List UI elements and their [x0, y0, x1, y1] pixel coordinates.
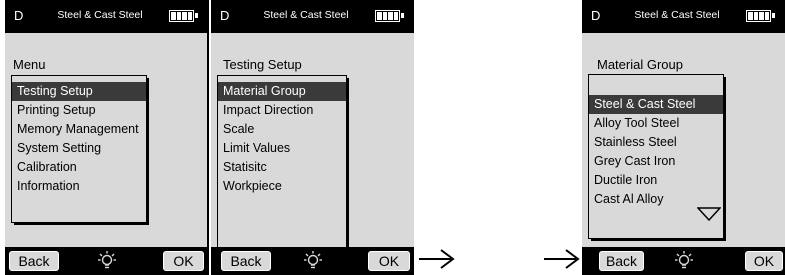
list-item-alloy-tool-steel[interactable]: Alloy Tool Steel	[589, 114, 679, 133]
status-bar: D Steel & Cast Steel	[211, 0, 414, 33]
list-item-stainless-steel[interactable]: Stainless Steel	[589, 133, 677, 152]
lightbulb-icon[interactable]	[97, 250, 117, 272]
lightbulb-icon[interactable]	[674, 250, 694, 272]
material-group-screen: D Steel & Cast Steel Material Group Stee…	[582, 0, 785, 275]
battery-full-icon	[746, 10, 775, 22]
material-indicator: Steel & Cast Steel	[263, 9, 349, 21]
battery-full-icon	[169, 10, 198, 22]
softkey-bar: Back OK	[582, 247, 785, 275]
status-bar: D Steel & Cast Steel	[582, 0, 785, 33]
material-group-list: Steel & Cast Steel Alloy Tool Steel Stai…	[588, 74, 726, 241]
testing-setup-list: Material Group Impact Direction Scale Li…	[217, 75, 349, 255]
status-bar: D Steel & Cast Steel	[5, 0, 208, 33]
softkey-bar: Back OK	[5, 247, 208, 275]
list-item-workpiece[interactable]: Workpiece	[218, 177, 282, 196]
menu-list: Testing Setup Printing Setup Memory Mana…	[11, 75, 149, 225]
list-item-limit-values[interactable]: Limit Values	[218, 139, 290, 158]
right-arrow-icon	[419, 249, 455, 269]
list-item-impact-direction[interactable]: Impact Direction	[218, 101, 313, 120]
battery-full-icon	[375, 10, 404, 22]
menu-item-testing-setup[interactable]: Testing Setup	[12, 82, 146, 101]
ok-button[interactable]: OK	[745, 251, 783, 271]
ok-button[interactable]: OK	[368, 251, 410, 271]
list-item-scale[interactable]: Scale	[218, 120, 254, 139]
back-button[interactable]: Back	[9, 251, 59, 271]
material-indicator: Steel & Cast Steel	[57, 9, 143, 21]
testing-setup-screen: D Steel & Cast Steel Testing Setup Mater…	[211, 0, 414, 275]
material-indicator: Steel & Cast Steel	[634, 9, 720, 21]
screen-separator	[207, 0, 209, 275]
softkey-bar: Back OK	[211, 247, 414, 275]
list-item-ductile-iron[interactable]: Ductile Iron	[589, 171, 657, 190]
menu-item-system-setting[interactable]: System Setting	[12, 139, 101, 158]
list-item-cast-al-alloy[interactable]: Cast Al Alloy	[589, 190, 663, 209]
impact-device-indicator: D	[14, 8, 24, 23]
list-item-statistic[interactable]: Statisitc	[218, 158, 267, 177]
list-item-steel-cast-steel[interactable]: Steel & Cast Steel	[589, 95, 723, 114]
right-arrow-icon	[544, 249, 580, 269]
page-title: Material Group	[597, 57, 683, 72]
ok-button[interactable]: OK	[163, 251, 204, 271]
menu-screen: D Steel & Cast Steel Menu Testing Setup …	[5, 0, 208, 275]
back-button[interactable]: Back	[221, 251, 271, 271]
menu-item-printing-setup[interactable]: Printing Setup	[12, 101, 96, 120]
lightbulb-icon[interactable]	[303, 250, 323, 272]
list-item-material-group[interactable]: Material Group	[218, 82, 346, 101]
list-item-grey-cast-iron[interactable]: Grey Cast Iron	[589, 152, 675, 171]
menu-item-information[interactable]: Information	[12, 177, 80, 196]
back-button[interactable]: Back	[599, 251, 644, 271]
impact-device-indicator: D	[591, 8, 601, 23]
page-title: Testing Setup	[223, 57, 302, 72]
menu-item-memory-management[interactable]: Memory Management	[12, 120, 139, 139]
menu-item-calibration[interactable]: Calibration	[12, 158, 77, 177]
page-title: Menu	[13, 57, 46, 72]
impact-device-indicator: D	[220, 8, 230, 23]
triangle-down-icon[interactable]	[697, 207, 721, 221]
